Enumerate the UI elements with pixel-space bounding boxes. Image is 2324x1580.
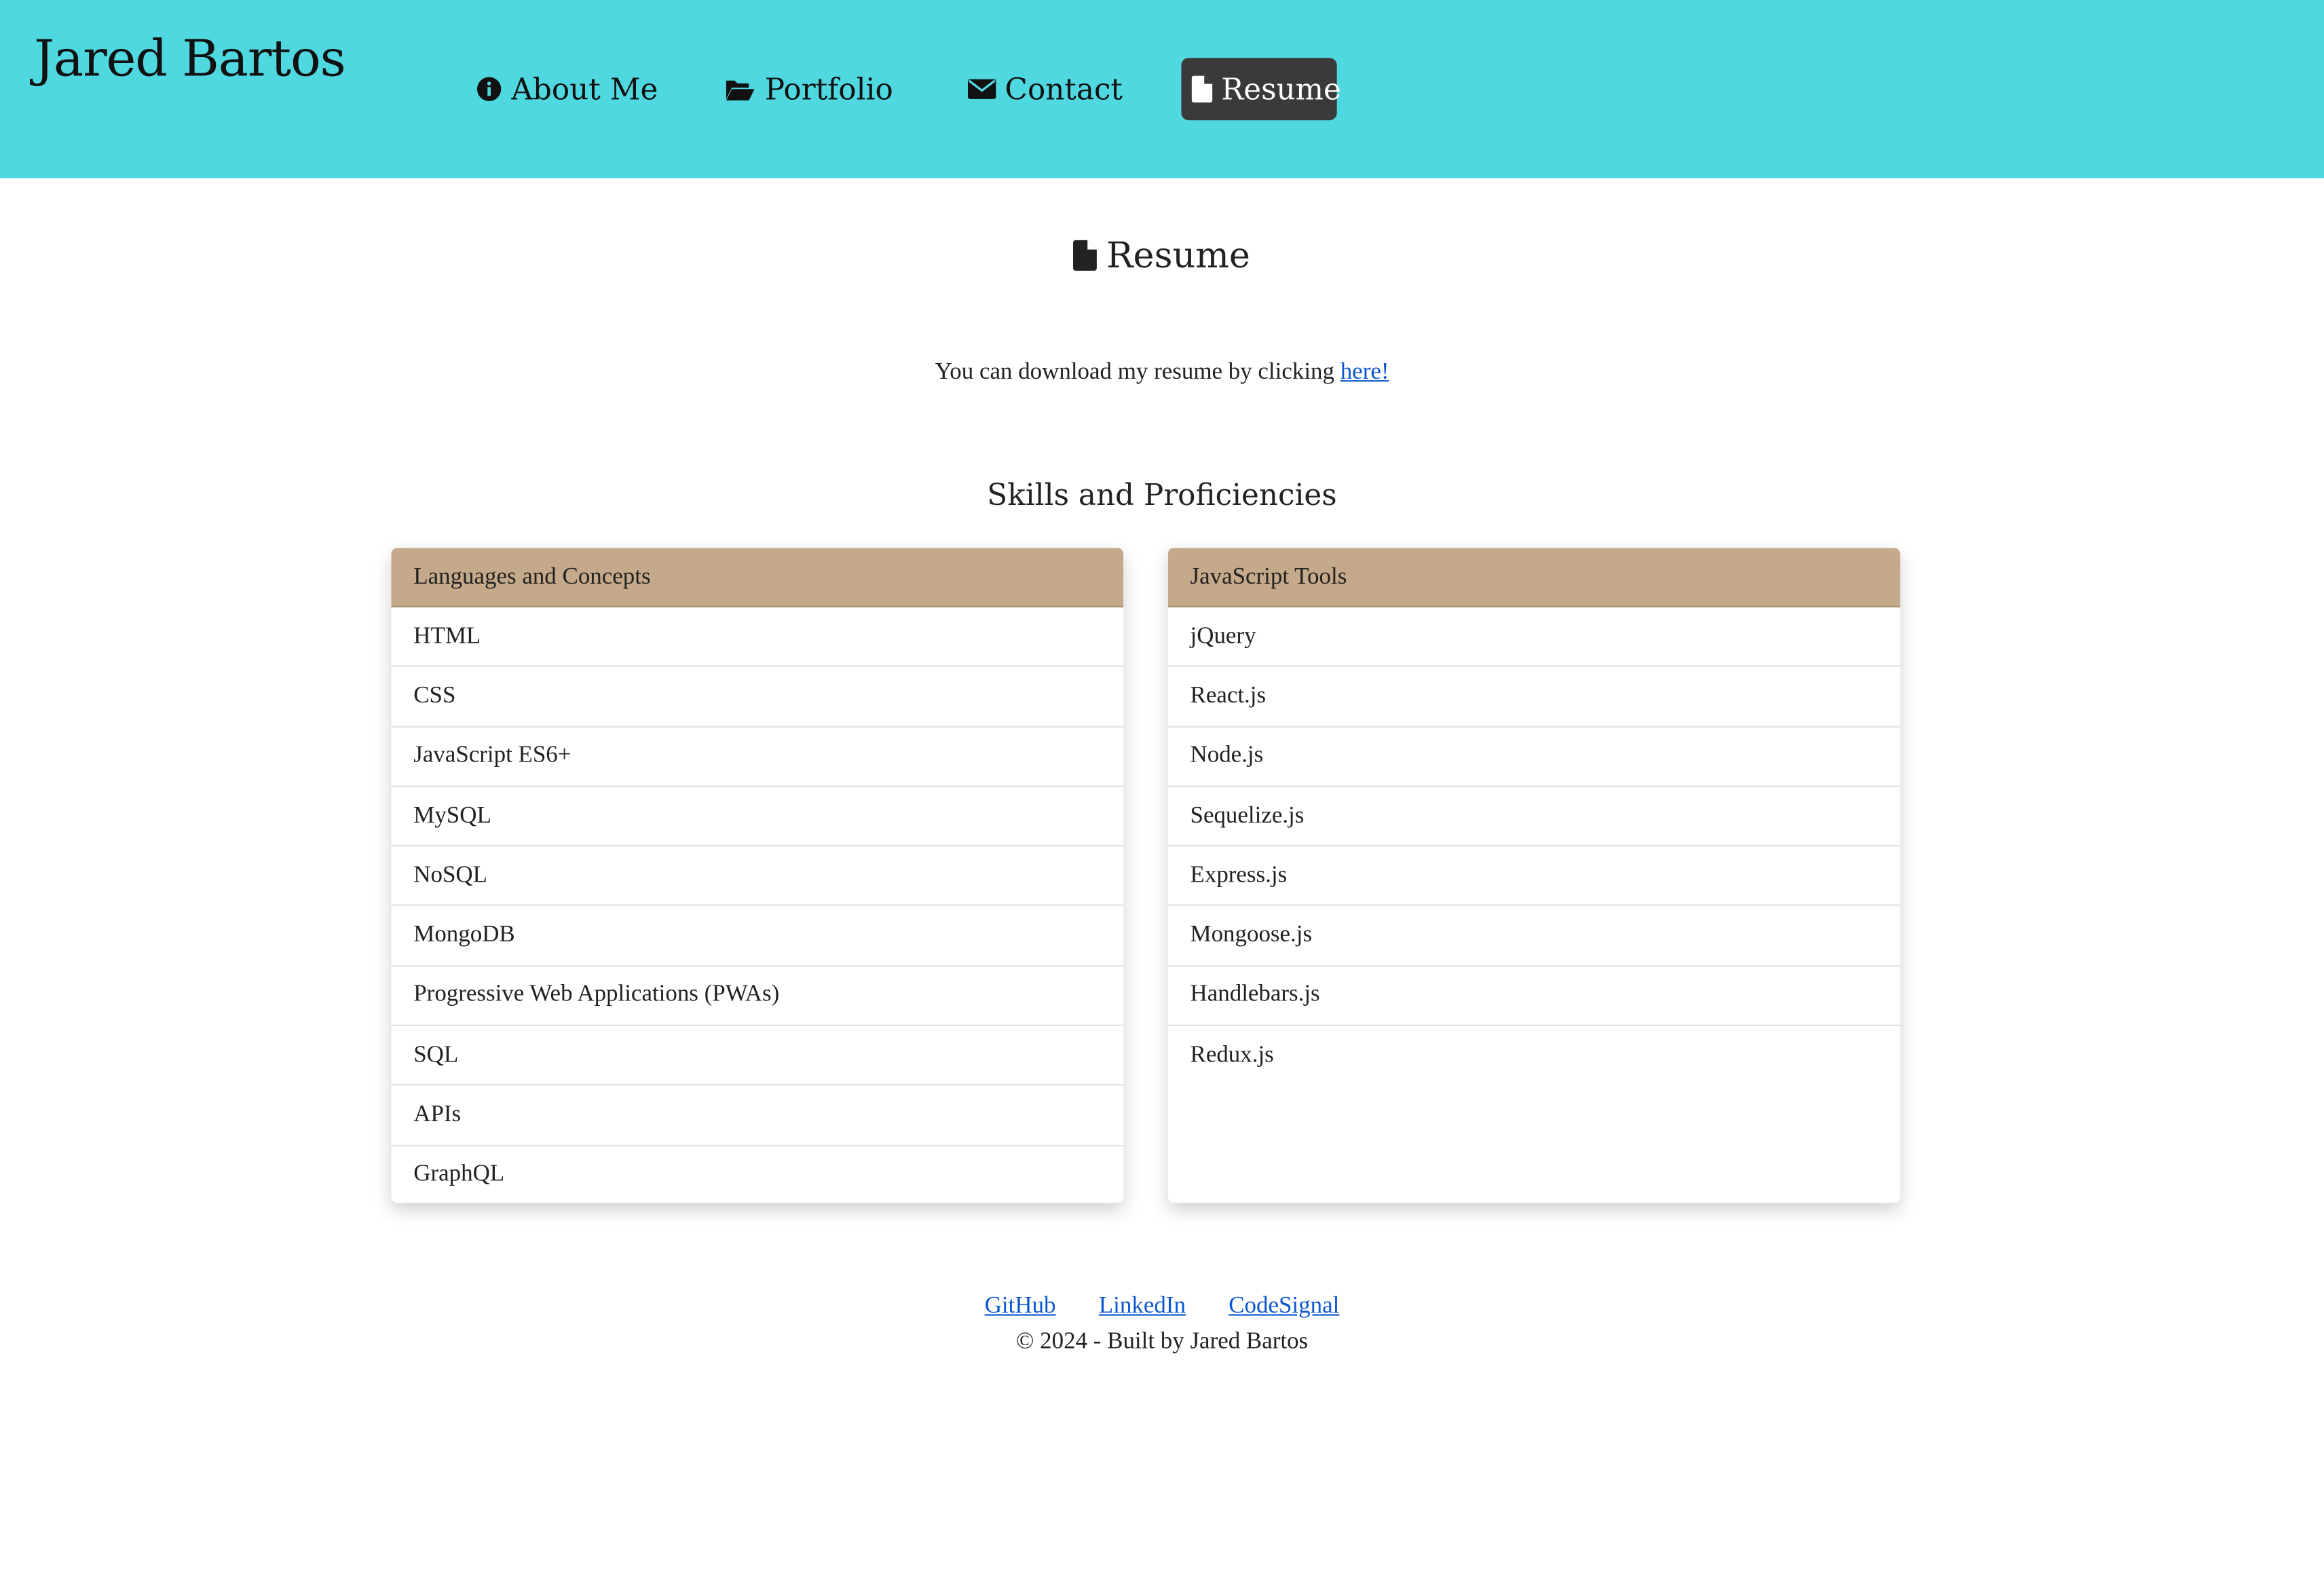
list-item: Sequelize.js [1167,787,1900,847]
list-item: Mongoose.js [1167,907,1900,966]
folder-open-icon [726,80,755,100]
linkedin-link[interactable]: LinkedIn [1099,1294,1186,1320]
list-item: Express.js [1167,847,1900,907]
nav-resume[interactable]: Resume [1181,58,1341,121]
list-item: APIs [391,1086,1124,1146]
resume-download-link[interactable]: here! [1341,359,1389,384]
list-item: GraphQL [413,1161,505,1187]
page-title: Resume [0,235,2324,276]
skills-card-js-tools: JavaScript Tools jQuery React.js Node.js… [1167,548,1900,1203]
list-item: jQuery [1167,607,1900,668]
list-item: SQL [391,1026,1124,1087]
list-item: MySQL [391,787,1124,847]
info-circle-icon [476,77,502,102]
nav-label: Contact [1005,71,1123,107]
nav-label: Resume [1221,71,1341,107]
intro-text: You can download my resume by clicking [935,359,1334,385]
page: Jared Bartos About Me Portfolio Contact … [0,0,2324,1580]
list-item: Handlebars.js [1167,966,1900,1027]
file-icon [1191,75,1213,102]
skills-heading: Skills and Proficiencies [987,476,1337,512]
site-footer: GitHub LinkedIn CodeSignal © 2024 - Buil… [0,1294,2324,1356]
footer-links: GitHub LinkedIn CodeSignal [0,1294,2324,1320]
list-item: HTML [391,607,1124,668]
card-header: JavaScript Tools [1167,548,1900,607]
list-item: NoSQL [391,847,1124,907]
skills-list: HTML CSS JavaScript ES6+ MySQL NoSQL Mon… [391,607,1124,1203]
skills-card-languages: Languages and Concepts HTML CSS JavaScri… [391,548,1124,1203]
list-item: Redux.js [1190,1042,1274,1068]
list-item: JavaScript ES6+ [391,727,1124,787]
list-item: Progressive Web Applications (PWAs) [391,966,1124,1027]
nav-label: About Me [511,71,658,107]
page-title-text: Resume [1106,234,1250,276]
card-header: Languages and Concepts [391,548,1124,607]
nav-label: Portfolio [764,71,893,107]
copyright-text: © 2024 - Built by Jared Bartos [1015,1329,1309,1355]
site-brand[interactable]: Jared Bartos [34,30,346,90]
list-item: CSS [391,667,1124,728]
file-icon [1074,240,1098,271]
list-item: React.js [1167,667,1900,728]
nav-portfolio[interactable]: Portfolio [715,58,904,120]
nav-contact[interactable]: Contact [958,58,1133,120]
envelope-icon [967,79,996,99]
list-item: Node.js [1167,727,1900,787]
codesignal-link[interactable]: CodeSignal [1229,1294,1339,1320]
site-header: Jared Bartos About Me Portfolio Contact … [0,0,2324,178]
skills-list: jQuery React.js Node.js Sequelize.js Exp… [1167,607,1900,1085]
github-link[interactable]: GitHub [985,1294,1056,1320]
list-item: MongoDB [391,907,1124,966]
resume-intro: You can download my resume by clicking h… [0,359,2324,385]
nav-about-me[interactable]: About Me [466,58,669,120]
